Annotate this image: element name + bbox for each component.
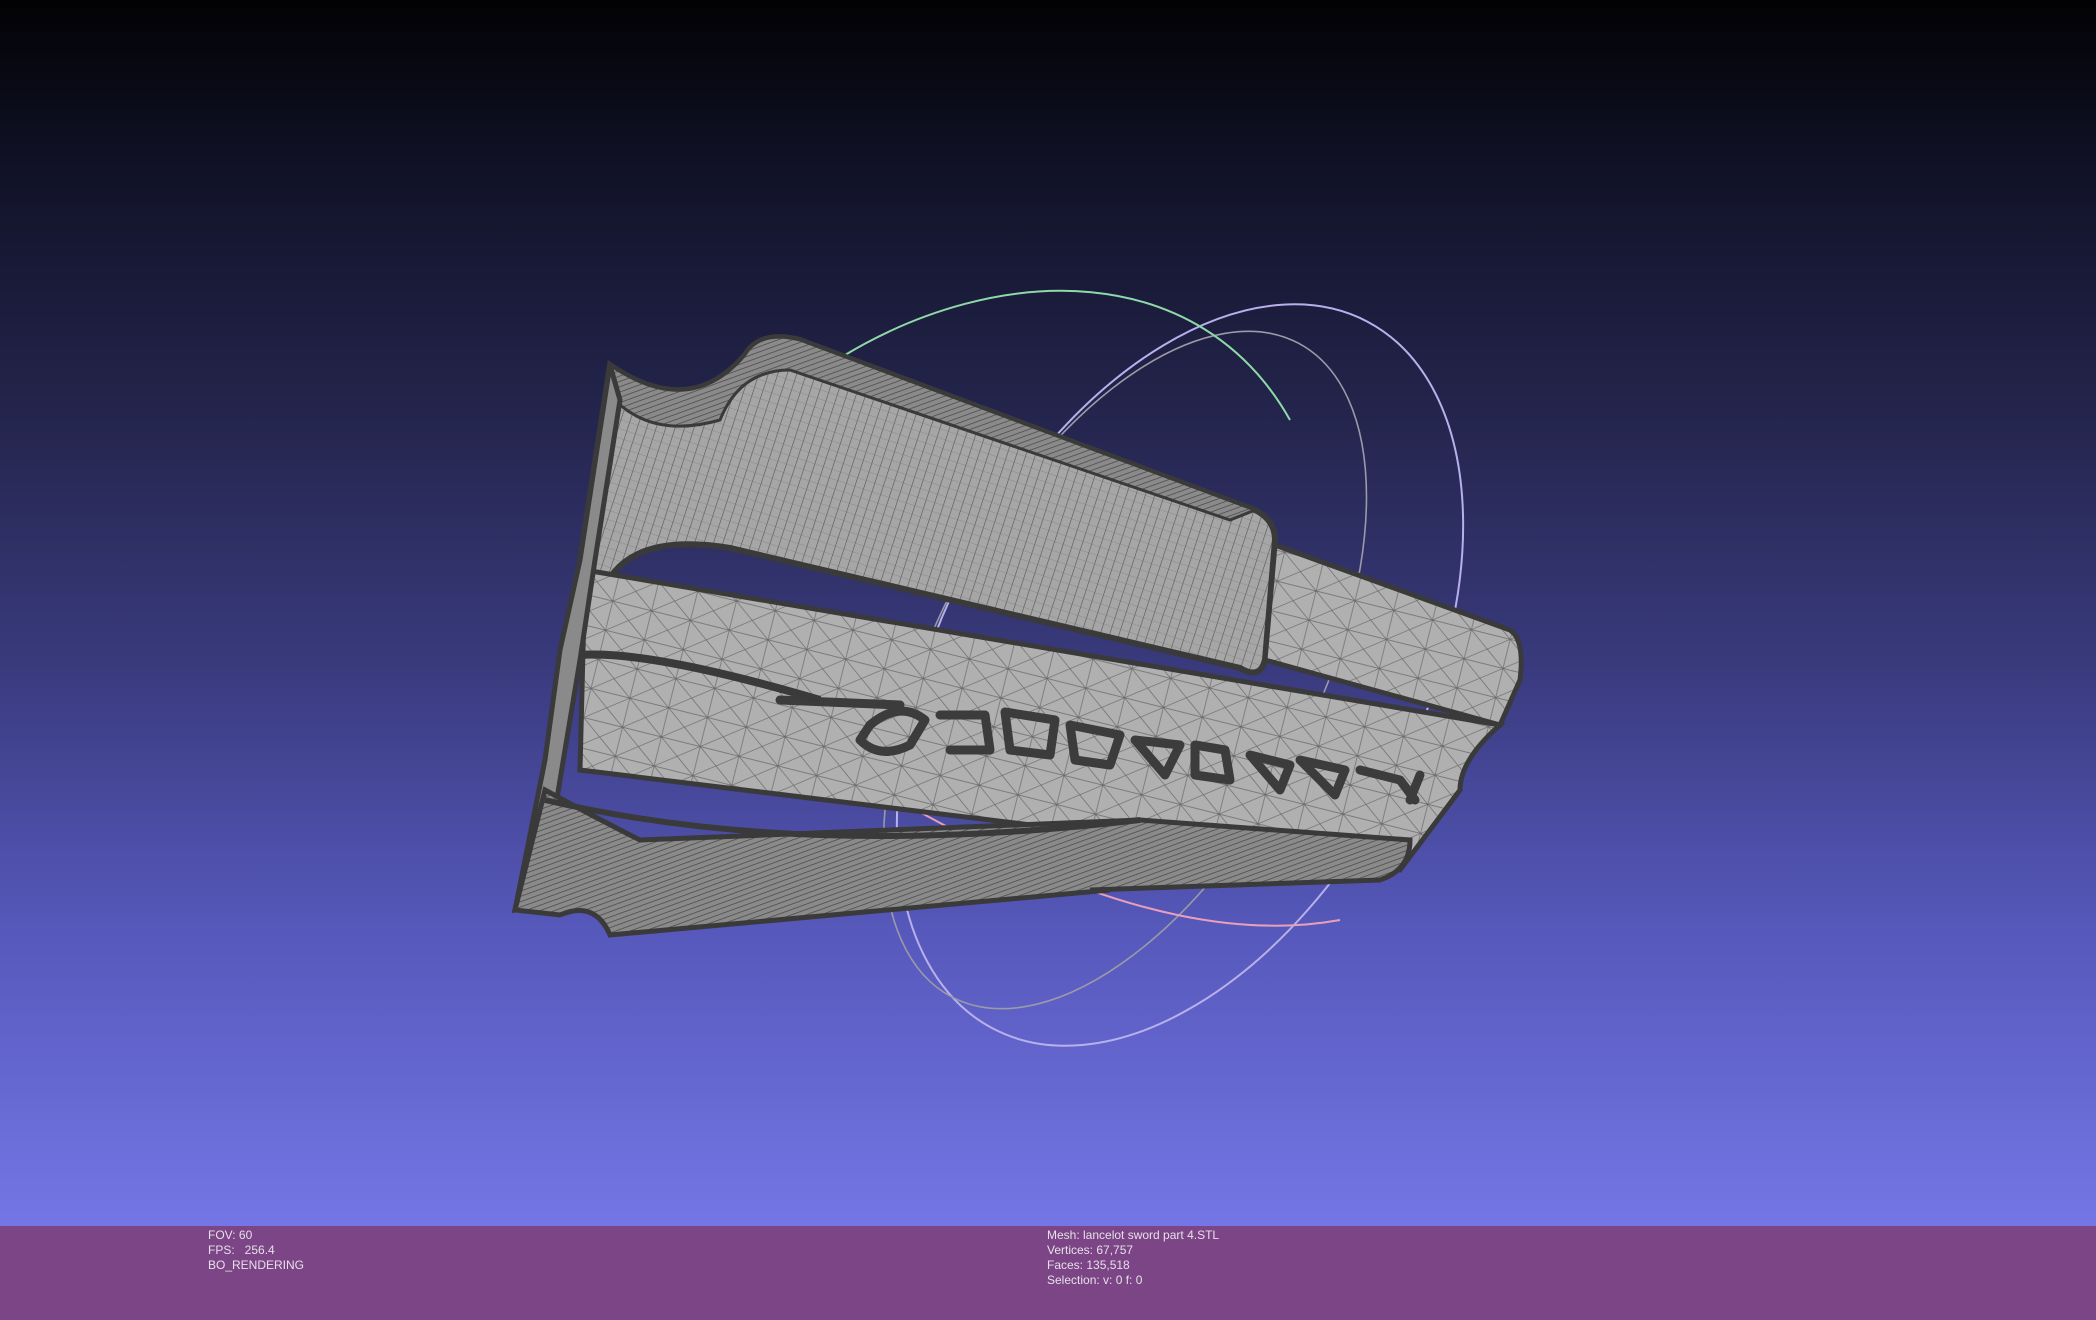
mesh-info-panel: Mesh: lancelot sword part 4.STL Vertices… [1047,1228,1219,1288]
vertices-readout: Vertices: 67,757 [1047,1243,1134,1257]
mesh-model[interactable] [511,334,1524,938]
status-bar: FOV: 60 FPS: 256.4 BO_RENDERING Mesh: la… [0,1226,2096,1320]
render-mode-readout: BO_RENDERING [208,1258,305,1272]
3d-viewport[interactable] [0,0,2096,1226]
render-info-panel: FOV: 60 FPS: 256.4 BO_RENDERING [208,1228,304,1273]
mesh-canvas[interactable] [0,0,2096,1226]
faces-readout: Faces: 135,518 [1047,1258,1130,1272]
fps-readout: FPS: 256.4 [208,1243,275,1257]
fov-readout: FOV: 60 [208,1228,253,1242]
mesh-name-readout: Mesh: lancelot sword part 4.STL [1047,1228,1220,1242]
selection-readout: Selection: v: 0 f: 0 [1047,1273,1143,1287]
